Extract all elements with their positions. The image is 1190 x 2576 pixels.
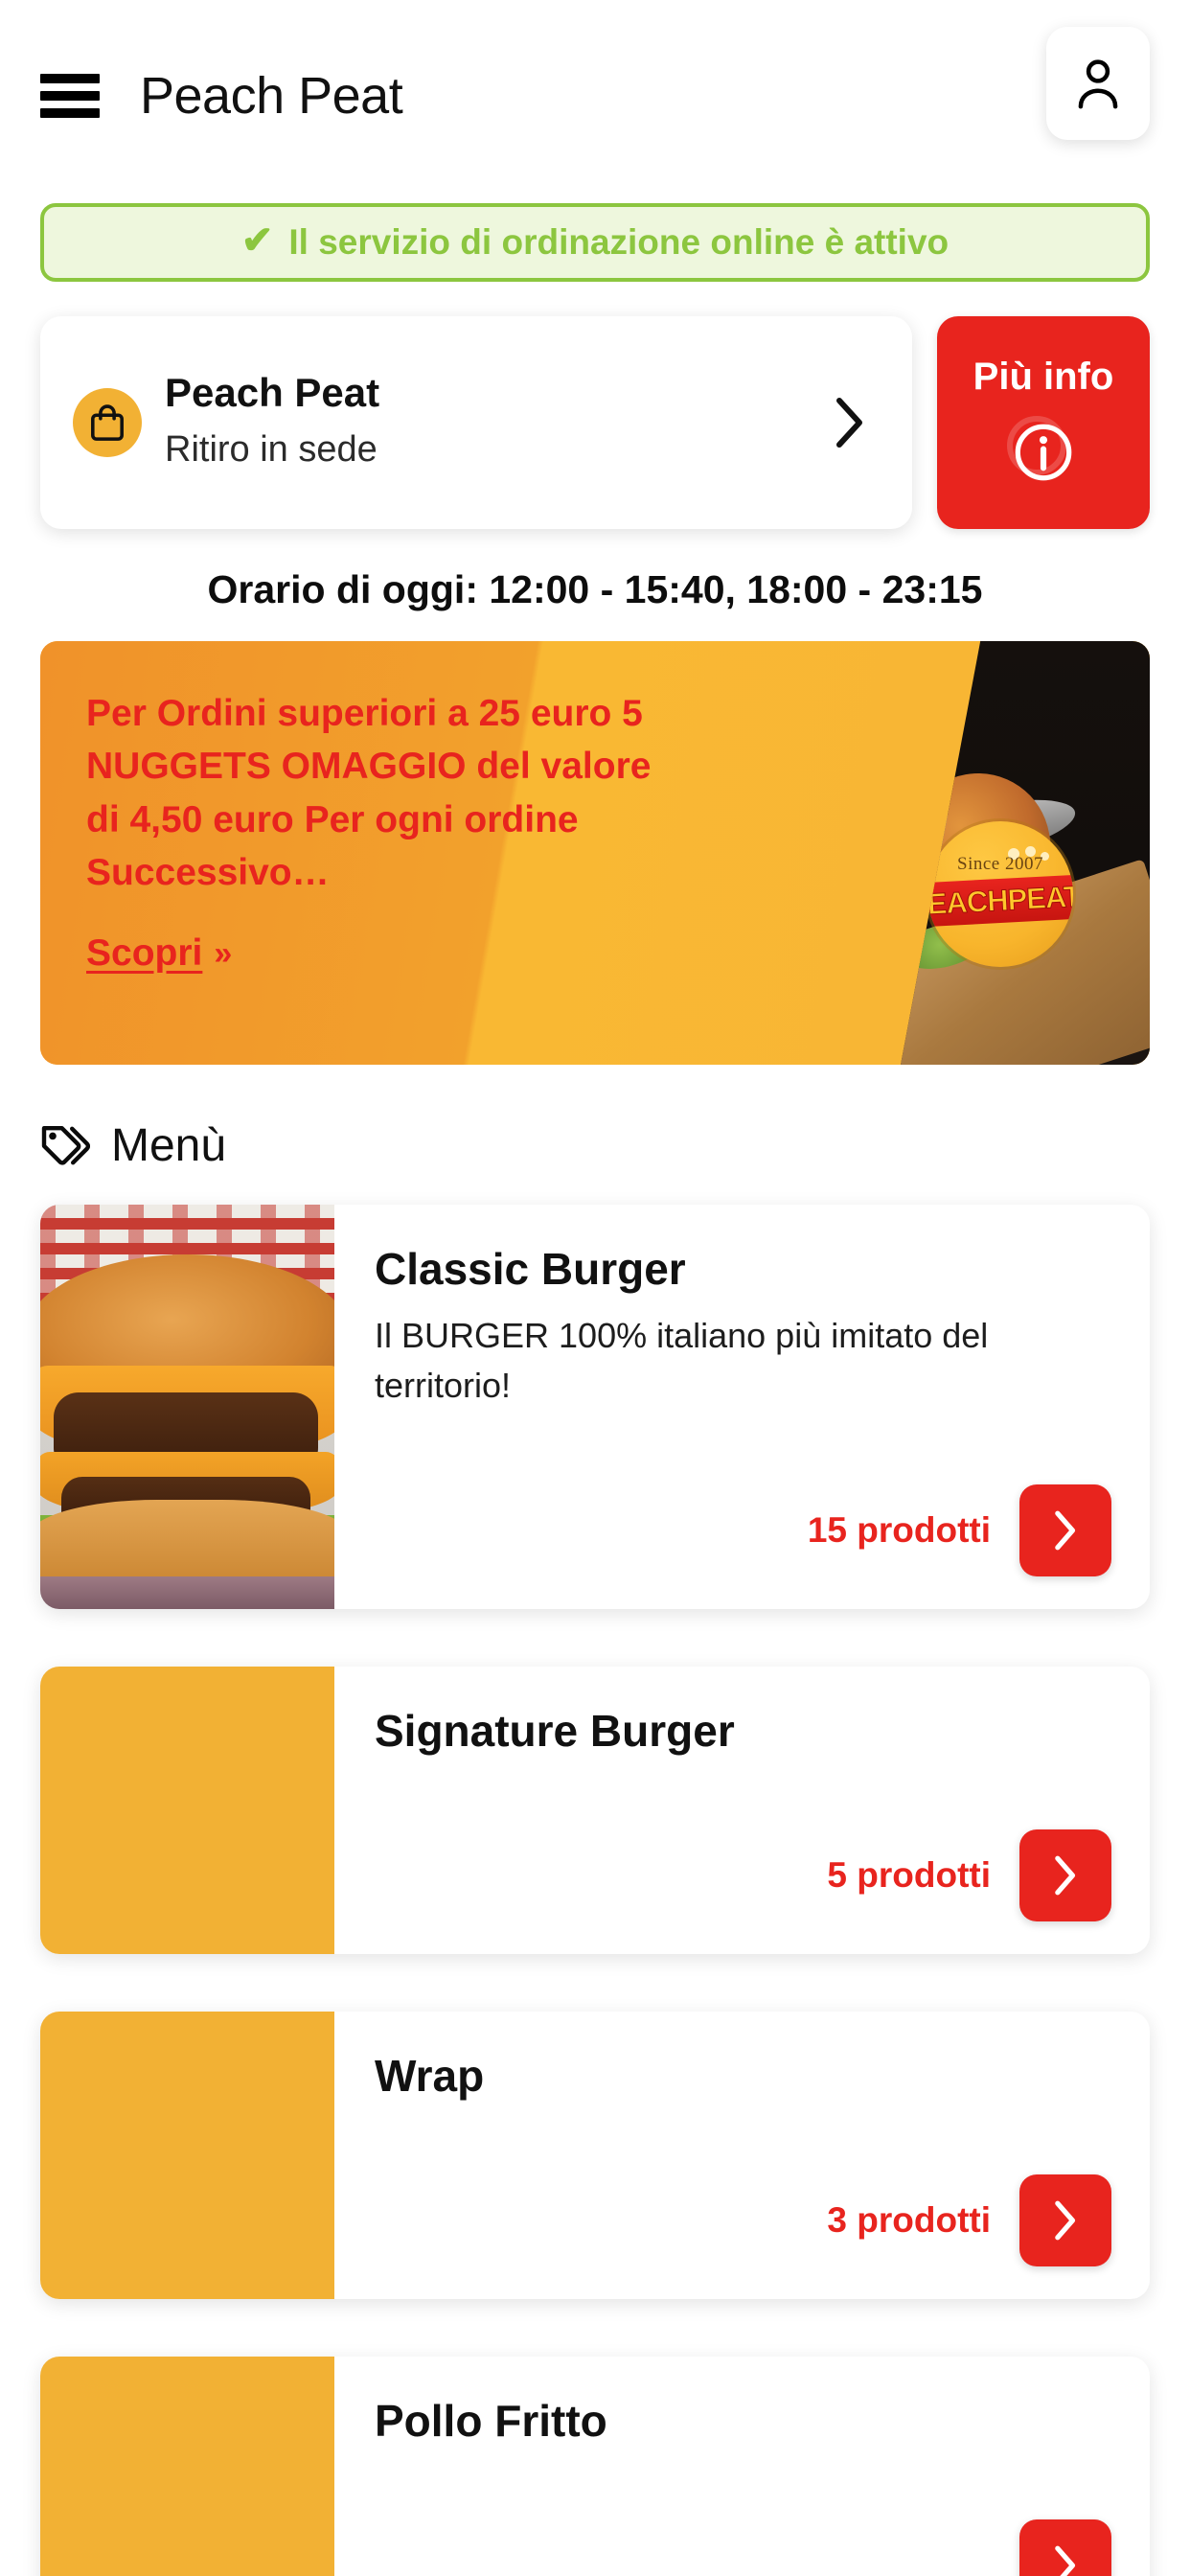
category-open-button[interactable] xyxy=(1019,1829,1111,1921)
category-body: Classic Burger Il BURGER 100% italiano p… xyxy=(334,1205,1150,1609)
account-button[interactable] xyxy=(1046,27,1150,140)
category-body: Pollo Fritto xyxy=(334,2357,1150,2576)
menu-category-list: Classic Burger Il BURGER 100% italiano p… xyxy=(40,1205,1150,2576)
app-viewport: Peach Peat ✔ Il servizio di ordinazione … xyxy=(0,0,1190,2576)
logo-banner: PEACHPEAT xyxy=(927,871,1073,931)
category-description: Il BURGER 100% italiano più imitato del … xyxy=(375,1315,989,1405)
promo-content: Per Ordini superiori a 25 euro 5 NUGGETS… xyxy=(40,641,730,975)
status-badge: Il servizio di ordinazione online è atti… xyxy=(288,222,950,262)
menu-category-card[interactable]: Pollo Fritto xyxy=(40,2357,1150,2576)
menu-section-label: Menù xyxy=(111,1120,227,1171)
shopping-bag-icon xyxy=(73,388,142,457)
double-chevron-right-icon: » xyxy=(214,934,233,972)
location-row: Peach Peat Ritiro in sede Più info xyxy=(40,316,1150,529)
app-header: Peach Peat xyxy=(0,0,1190,192)
category-title: Wrap xyxy=(375,2051,485,2101)
logo-since-text: Since 2007 xyxy=(957,854,1043,874)
thumb-base xyxy=(40,1576,334,1609)
category-thumbnail xyxy=(40,1667,334,1954)
chevron-right-icon[interactable] xyxy=(834,396,866,449)
location-card[interactable]: Peach Peat Ritiro in sede xyxy=(40,316,912,529)
category-open-button[interactable] xyxy=(1019,2519,1111,2576)
hamburger-bar xyxy=(40,108,100,118)
category-thumbnail xyxy=(40,2357,334,2576)
menu-category-card[interactable]: Classic Burger Il BURGER 100% italiano p… xyxy=(40,1205,1150,1609)
category-footer xyxy=(375,2519,1111,2576)
promo-text: Per Ordini superiori a 25 euro 5 NUGGETS… xyxy=(86,693,652,894)
category-open-button[interactable] xyxy=(1019,1484,1111,1576)
more-info-button[interactable]: Più info xyxy=(937,316,1150,529)
category-thumbnail xyxy=(40,1205,334,1609)
promo-discover-link[interactable]: Scopri » xyxy=(86,932,232,975)
category-product-count: 3 prodotti xyxy=(827,2200,991,2240)
category-footer: 5 prodotti xyxy=(375,1829,1111,1921)
category-product-count: 15 prodotti xyxy=(807,1510,991,1550)
category-body: Wrap 3 prodotti xyxy=(334,2012,1150,2299)
category-title: Classic Burger xyxy=(375,1244,686,1294)
hamburger-menu-icon[interactable] xyxy=(40,74,100,118)
peachpeat-logo: Since 2007 PEACHPEAT xyxy=(927,821,1073,967)
check-icon: ✔ xyxy=(240,219,274,262)
category-footer: 15 prodotti xyxy=(375,1484,1111,1576)
category-open-button[interactable] xyxy=(1019,2174,1111,2266)
menu-category-card[interactable]: Wrap 3 prodotti xyxy=(40,2012,1150,2299)
info-circle-icon xyxy=(1005,414,1082,491)
promo-link-label: Scopri xyxy=(86,932,203,974)
logo-brand-text: PEACHPEAT xyxy=(927,879,1073,922)
price-tags-icon xyxy=(40,1122,90,1170)
location-name: Peach Peat xyxy=(165,370,380,416)
location-mode: Ritiro in sede xyxy=(165,428,378,470)
menu-section-header: Menù xyxy=(40,1122,1190,1170)
category-title: Pollo Fritto xyxy=(375,2396,607,2446)
online-ordering-status-banner: ✔ Il servizio di ordinazione online è at… xyxy=(40,203,1150,282)
hamburger-bar xyxy=(40,74,100,83)
page-title: Peach Peat xyxy=(140,67,403,125)
more-info-label: Più info xyxy=(973,355,1114,398)
category-product-count: 5 prodotti xyxy=(827,1855,991,1895)
category-body: Signature Burger 5 prodotti xyxy=(334,1667,1150,1954)
category-thumbnail xyxy=(40,2012,334,2299)
today-hours: Orario di oggi: 12:00 - 15:40, 18:00 - 2… xyxy=(207,567,983,611)
location-texts: Peach Peat Ritiro in sede xyxy=(165,370,834,474)
category-footer: 3 prodotti xyxy=(375,2174,1111,2266)
menu-category-card[interactable]: Signature Burger 5 prodotti xyxy=(40,1667,1150,1954)
user-account-icon xyxy=(1073,57,1123,110)
category-title: Signature Burger xyxy=(375,1706,735,1756)
promo-banner[interactable]: Since 2007 PEACHPEAT Per Ordini superior… xyxy=(40,641,1150,1065)
hamburger-bar xyxy=(40,91,100,101)
